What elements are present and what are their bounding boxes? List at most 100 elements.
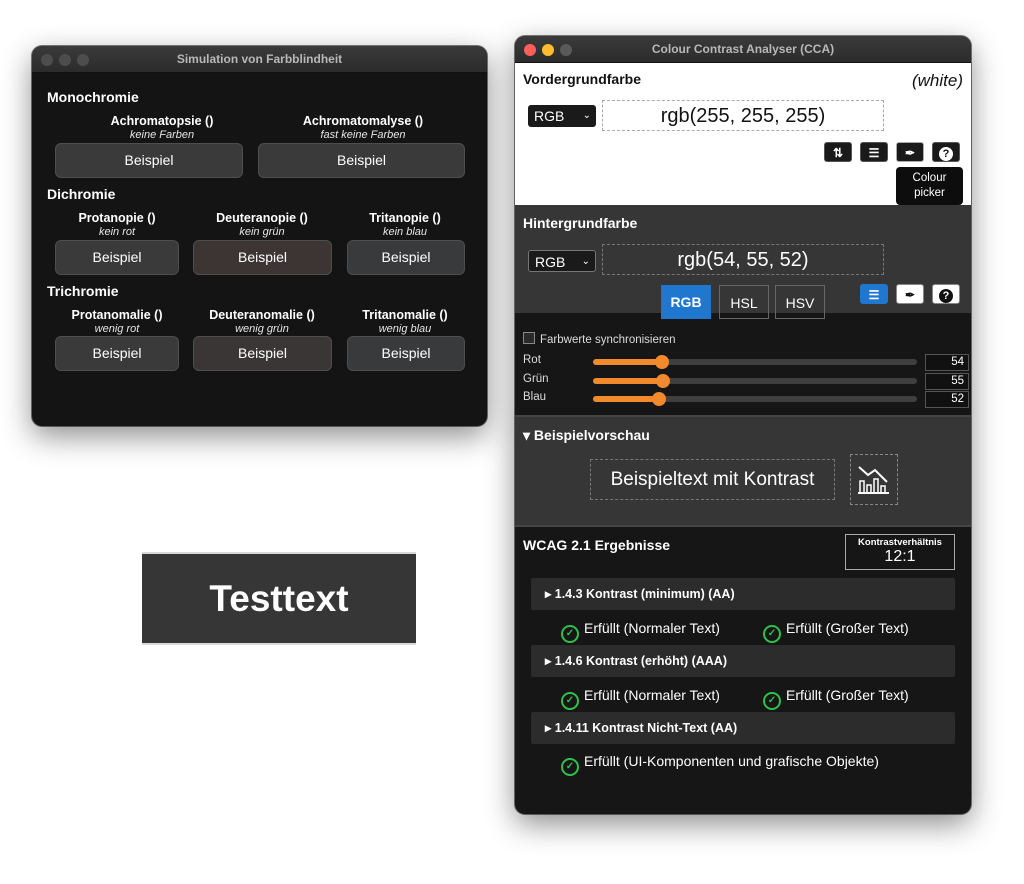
background-help-button[interactable]: ? [932, 284, 960, 304]
chevron-down-icon: ⌄ [582, 110, 591, 121]
red-slider-fill [593, 359, 662, 365]
criterion-1-4-11[interactable]: ▸ 1.4.11 Kontrast Nicht-Text (AA) [531, 712, 955, 744]
blue-value-input[interactable]: 52 [925, 391, 969, 408]
contrast-ratio-label: Kontrastverhältnis [858, 537, 942, 548]
foreground-value-input[interactable]: rgb(255, 255, 255) [602, 100, 884, 131]
blue-slider[interactable] [593, 392, 917, 406]
sync-label: Farbwerte synchronisieren [540, 334, 676, 346]
sliders-icon: ☰ [868, 288, 880, 302]
result-text: Erfüllt (Normaler Text) [584, 687, 720, 703]
criterion-1-4-3[interactable]: ▸ 1.4.3 Kontrast (minimum) (AA) [531, 578, 955, 610]
item-name: Protanomalie () [71, 308, 163, 322]
foreground-format-select[interactable]: RGB ⌄ [528, 105, 596, 127]
testtext-sample: Testtext [142, 552, 416, 645]
item-desc: kein grün [239, 226, 285, 238]
check-circle-icon: ✓ [763, 625, 781, 643]
foreground-sliders-button[interactable]: ☰ [860, 142, 888, 162]
item-protanomalie: Protanomalie () wenig rot [52, 308, 182, 336]
sync-checkbox[interactable] [523, 332, 535, 344]
red-slider[interactable] [593, 355, 917, 369]
tritanopie-example-button[interactable]: Beispiel [347, 240, 465, 275]
simulation-titlebar: Simulation von Farbblindheit [32, 46, 487, 73]
results-heading: WCAG 2.1 Ergebnisse [523, 537, 671, 553]
item-protanopie: Protanopie () kein rot [52, 211, 182, 239]
window-title: Simulation von Farbblindheit [176, 52, 343, 66]
colour-picker-tooltip: Colour picker [896, 167, 963, 205]
divider [515, 525, 971, 527]
check-circle-icon: ✓ [561, 692, 579, 710]
item-name: Tritanopie () [369, 211, 441, 225]
background-sliders-button[interactable]: ☰ [860, 284, 888, 304]
result-text: Erfüllt (Großer Text) [786, 620, 909, 636]
protanomalie-example-button[interactable]: Beispiel [55, 336, 179, 371]
check-circle-icon: ✓ [561, 625, 579, 643]
slider-label-blue: Blau [523, 391, 547, 403]
item-desc: kein rot [98, 226, 136, 238]
mode-hsl-button[interactable]: HSL [719, 285, 769, 319]
section-dichromie: Dichromie [47, 186, 116, 202]
cca-titlebar: Colour Contrast Analyser (CCA) [515, 36, 971, 63]
swap-arrows-icon: ⇅ [832, 146, 844, 160]
result-text: Erfüllt (UI-Komponenten und grafische Ob… [584, 753, 879, 769]
red-slider-thumb[interactable] [655, 355, 669, 369]
item-desc: wenig grün [235, 323, 289, 335]
check-circle-icon: ✓ [561, 758, 579, 776]
result-item: ✓ Erfüllt (Großer Text) [763, 619, 909, 643]
slider-label-red: Rot [523, 354, 541, 366]
blue-slider-thumb[interactable] [652, 392, 666, 406]
item-achromatomalyse: Achromatomalyse () fast keine Farben [258, 114, 468, 142]
item-name: Achromatomalyse () [302, 114, 424, 128]
preview-sample-text: Beispieltext mit Kontrast [590, 459, 835, 500]
help-icon: ? [939, 147, 953, 161]
background-colour-picker-button[interactable]: ✒ [896, 284, 924, 304]
result-item: ✓ Erfüllt (Großer Text) [763, 686, 909, 710]
green-slider[interactable] [593, 374, 917, 388]
item-name: Deuteranomalie () [209, 308, 315, 322]
deuteranomalie-example-button[interactable]: Beispiel [193, 336, 332, 371]
achromatopsie-example-button[interactable]: Beispiel [55, 143, 243, 178]
item-name: Achromatopsie () [110, 114, 214, 128]
item-desc: wenig rot [94, 323, 140, 335]
help-icon: ? [939, 289, 953, 303]
swap-colors-button[interactable]: ⇅ [824, 142, 852, 162]
result-item: ✓ Erfüllt (Normaler Text) [561, 686, 720, 710]
bar-chart-icon [850, 454, 898, 505]
mode-rgb-button[interactable]: RGB [661, 285, 711, 319]
result-text: Erfüllt (Normaler Text) [584, 620, 720, 636]
window-title: Colour Contrast Analyser (CCA) [651, 42, 835, 56]
sliders-icon: ☰ [868, 146, 880, 160]
achromatomalyse-example-button[interactable]: Beispiel [258, 143, 465, 178]
protanopie-example-button[interactable]: Beispiel [55, 240, 179, 275]
preview-heading[interactable]: ▾ Beispielvorschau [523, 427, 650, 444]
mode-hsv-button[interactable]: HSV [775, 285, 825, 319]
blue-slider-fill [593, 396, 659, 402]
eyedropper-icon: ✒ [904, 288, 916, 302]
foreground-help-button[interactable]: ? [932, 142, 960, 162]
tritanomalie-example-button[interactable]: Beispiel [347, 336, 465, 371]
result-item: ✓ Erfüllt (Normaler Text) [561, 619, 720, 643]
format-select-label: RGB [535, 254, 566, 270]
eyedropper-icon: ✒ [904, 146, 916, 160]
criterion-1-4-6[interactable]: ▸ 1.4.6 Kontrast (erhöht) (AAA) [531, 645, 955, 677]
green-slider-thumb[interactable] [656, 374, 670, 388]
item-deuteranomalie: Deuteranomalie () wenig grün [192, 308, 332, 336]
background-value-input[interactable]: rgb(54, 55, 52) [602, 244, 884, 275]
bar-chart-icon-svg [858, 466, 889, 494]
green-value-input[interactable]: 55 [925, 373, 969, 390]
contrast-ratio-value: 12:1 [884, 548, 916, 565]
background-format-select[interactable]: RGB ⌄ [528, 250, 596, 272]
sync-checkbox-row[interactable]: Farbwerte synchronisieren [523, 332, 676, 346]
foreground-color-name: (white) [911, 71, 963, 90]
background-heading: Hintergrundfarbe [523, 215, 638, 231]
item-desc: wenig blau [378, 323, 432, 335]
red-value-input[interactable]: 54 [925, 354, 969, 371]
check-circle-icon: ✓ [763, 692, 781, 710]
deuteranopie-example-button[interactable]: Beispiel [193, 240, 332, 275]
result-item: ✓ Erfüllt (UI-Komponenten und grafische O… [561, 752, 879, 776]
foreground-colour-picker-button[interactable]: ✒ [896, 142, 924, 162]
contrast-ratio-box: Kontrastverhältnis 12:1 [845, 534, 955, 570]
item-desc: keine Farben [129, 129, 195, 141]
item-name: Tritanomalie () [362, 308, 448, 322]
format-select-label: RGB [534, 108, 565, 124]
simulation-window: Simulation von Farbblindheit Monochromie… [32, 46, 487, 426]
